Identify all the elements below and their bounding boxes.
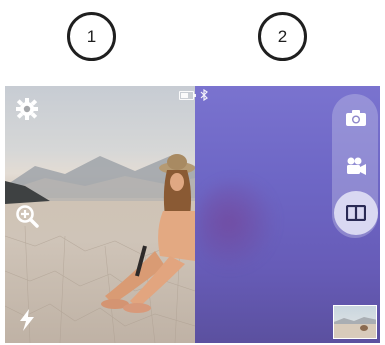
bluetooth-icon: [200, 89, 208, 101]
step-number-2: 2: [258, 12, 307, 61]
step-number-1: 1: [67, 12, 116, 61]
flash-button[interactable]: [15, 308, 39, 332]
photo-mode-button[interactable]: [337, 99, 375, 137]
step-label: 1: [86, 26, 97, 46]
flash-icon: [20, 309, 34, 331]
step-label: 2: [277, 26, 288, 46]
video-mode-button[interactable]: [337, 147, 375, 185]
settings-button[interactable]: [15, 97, 39, 121]
camera-screen: [5, 86, 380, 343]
thumbnail-image: [334, 317, 376, 338]
split-view-mode-button[interactable]: [334, 191, 378, 235]
zoom-in-icon: [16, 205, 39, 228]
status-bar: [179, 88, 215, 102]
battery-level: [181, 92, 188, 98]
zoom-button[interactable]: [15, 204, 39, 228]
battery-icon: [179, 90, 196, 100]
blurred-subject: [197, 181, 277, 271]
camera-icon: [346, 110, 366, 126]
gallery-thumbnail[interactable]: [333, 305, 377, 339]
split-view-icon: [346, 205, 366, 221]
gear-icon: [16, 98, 38, 120]
video-camera-icon: [347, 157, 366, 175]
